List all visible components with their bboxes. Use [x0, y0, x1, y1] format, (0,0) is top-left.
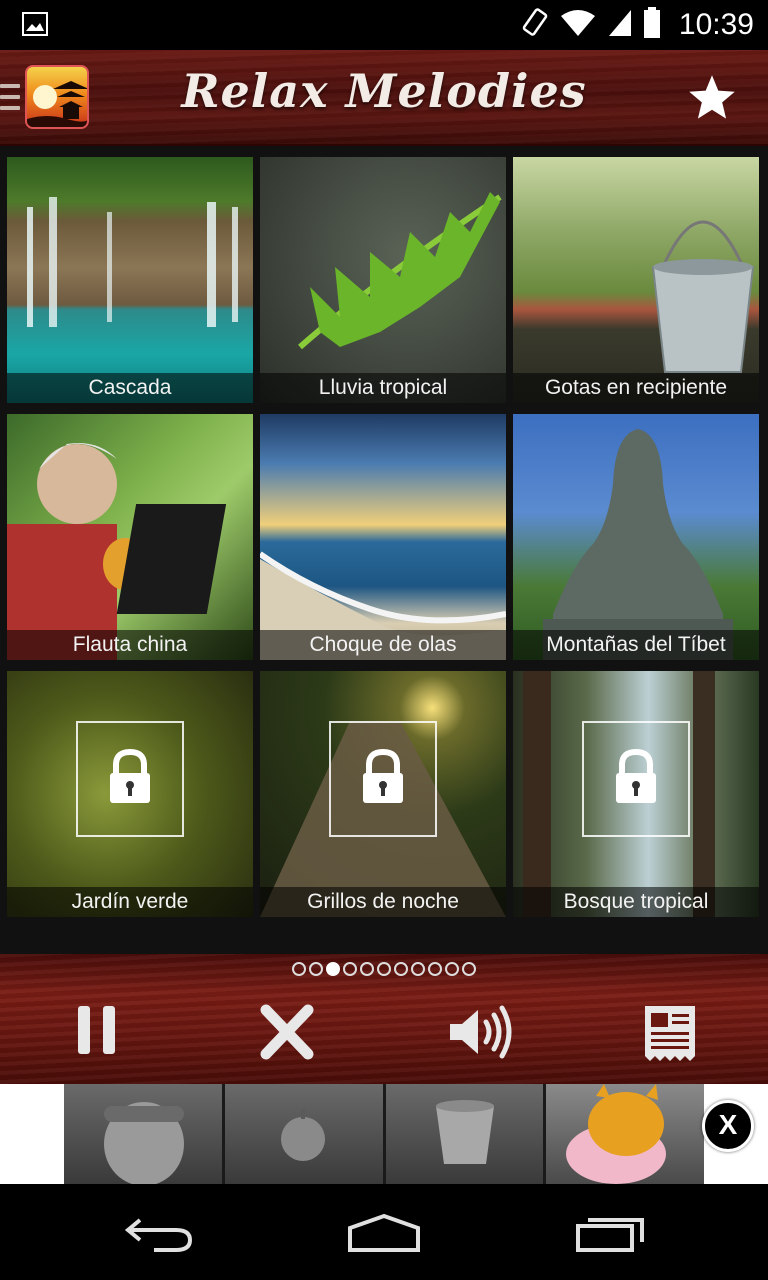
tile-grillos-de-noche[interactable]: Grillos de noche [260, 671, 506, 917]
signal-icon [607, 8, 633, 43]
page-dot[interactable] [326, 962, 340, 976]
tile-flauta-china[interactable]: Flauta china [7, 414, 253, 660]
clock: 10:39 [678, 8, 754, 41]
page-dot[interactable] [360, 962, 374, 976]
tile-label: Grillos de noche [260, 887, 506, 917]
pause-icon [78, 1006, 115, 1054]
page-dot[interactable] [343, 962, 357, 976]
ad-character-icon [64, 1084, 225, 1186]
tile-label: Montañas del Tíbet [513, 630, 759, 660]
tile-label: Flauta china [7, 630, 253, 660]
playlist-button[interactable] [642, 1004, 698, 1067]
sound-grid: Cascada Lluvia tropical Gotas en recipie… [0, 146, 768, 954]
page-dot[interactable] [309, 962, 323, 976]
home-button[interactable] [346, 1212, 422, 1259]
tile-jardin-verde[interactable]: Jardín verde [7, 671, 253, 917]
ad-close-button[interactable]: X [702, 1100, 754, 1152]
pause-button[interactable] [76, 1004, 118, 1061]
star-icon[interactable] [686, 72, 738, 124]
volume-icon [450, 1005, 512, 1059]
tile-montanas-del-tibet[interactable]: Montañas del Tíbet [513, 414, 759, 660]
tile-label: Choque de olas [260, 630, 506, 660]
lock-frame [582, 721, 690, 837]
nav-bar [0, 1184, 768, 1280]
tile-cascada[interactable]: Cascada [7, 157, 253, 403]
ad-image[interactable] [64, 1084, 704, 1186]
tile-lluvia-tropical[interactable]: Lluvia tropical [260, 157, 506, 403]
close-icon [260, 1004, 314, 1060]
lock-icon [616, 749, 656, 803]
page-dot[interactable] [428, 962, 442, 976]
page-indicator[interactable] [0, 962, 768, 976]
lock-frame [76, 721, 184, 837]
page-dot[interactable] [292, 962, 306, 976]
tile-label: Bosque tropical [513, 887, 759, 917]
cow-icon [546, 1084, 704, 1184]
page-dot[interactable] [411, 962, 425, 976]
page-dot[interactable] [445, 962, 459, 976]
tile-bosque-tropical[interactable]: Bosque tropical [513, 671, 759, 917]
status-bar: 10:39 [0, 0, 768, 50]
tile-label: Cascada [7, 373, 253, 403]
lock-frame [329, 721, 437, 837]
recents-icon [576, 1218, 644, 1252]
stop-button[interactable] [260, 1004, 314, 1065]
home-icon [348, 1213, 420, 1252]
battery-icon [643, 6, 661, 44]
picture-icon [22, 12, 48, 41]
app-header: Relax Melodies [0, 50, 768, 146]
back-button[interactable] [124, 1214, 196, 1259]
volume-button[interactable] [446, 1004, 514, 1065]
recents-button[interactable] [574, 1214, 646, 1259]
player-bar [0, 954, 768, 1084]
tile-label: Lluvia tropical [260, 373, 506, 403]
rotate-icon [521, 7, 549, 44]
receipt-icon [645, 1006, 695, 1061]
page-dot[interactable] [394, 962, 408, 976]
apple-icon [224, 1084, 386, 1184]
tile-gotas-en-recipiente[interactable]: Gotas en recipiente [513, 157, 759, 403]
ad-banner[interactable]: X [0, 1084, 768, 1186]
wifi-icon [559, 8, 597, 43]
tile-label: Gotas en recipiente [513, 373, 759, 403]
app-title: Relax Melodies [181, 64, 587, 118]
back-icon [124, 1218, 193, 1252]
bucket-icon [385, 1084, 547, 1184]
tile-label: Jardín verde [7, 887, 253, 917]
lock-icon [363, 749, 403, 803]
page-dot[interactable] [462, 962, 476, 976]
page-dot[interactable] [377, 962, 391, 976]
tile-choque-de-olas[interactable]: Choque de olas [260, 414, 506, 660]
lock-icon [110, 749, 150, 803]
